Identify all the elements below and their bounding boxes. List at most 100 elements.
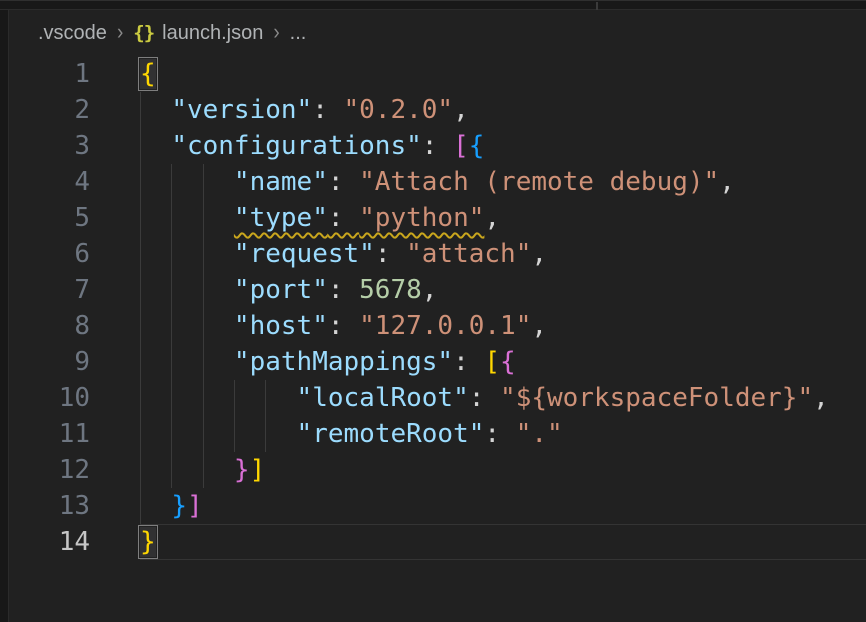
- json-braces-icon: {}: [133, 22, 154, 44]
- code-line: 2 "version": "0.2.0",: [9, 92, 866, 128]
- code-token: "localRoot": [297, 383, 469, 413]
- code-line: 6 "request": "attach",: [9, 236, 866, 272]
- code-line: 7 "port": 5678,: [9, 272, 866, 308]
- code-line: 8 "host": "127.0.0.1",: [9, 308, 866, 344]
- code-content[interactable]: "request": "attach",: [140, 236, 866, 272]
- code-token: [140, 347, 234, 377]
- code-token: [140, 455, 234, 485]
- code-line: 13 }]: [9, 488, 866, 524]
- code-token: :: [422, 131, 453, 161]
- code-content[interactable]: "pathMappings": [{: [140, 344, 866, 380]
- breadcrumb: .vscode › {} launch.json › ...: [9, 10, 866, 56]
- line-number[interactable]: 7: [9, 272, 90, 308]
- code-line: 3 "configurations": [{: [9, 128, 866, 164]
- editor-pane: .vscode › {} launch.json › ... 1{2 "vers…: [9, 10, 866, 622]
- code-token: ]: [187, 491, 203, 521]
- code-lines: 1{2 "version": "0.2.0",3 "configurations…: [9, 56, 866, 560]
- code-token: :: [328, 167, 359, 197]
- editor-left-edge: [0, 10, 9, 622]
- code-content[interactable]: "type": "python",: [140, 200, 866, 236]
- bracket-match-highlight: }: [140, 527, 156, 557]
- bracket-match-highlight: {: [140, 59, 156, 89]
- code-token: "version": [171, 95, 312, 125]
- code-token: "port": [234, 275, 328, 305]
- code-content[interactable]: "host": "127.0.0.1",: [140, 308, 866, 344]
- code-token: :: [328, 203, 359, 233]
- code-token: }: [234, 455, 250, 485]
- code-area: 1{2 "version": "0.2.0",3 "configurations…: [9, 56, 866, 622]
- line-number[interactable]: 3: [9, 128, 90, 164]
- code-line: 10 "localRoot": "${workspaceFolder}",: [9, 380, 866, 416]
- indent-guide: [234, 380, 235, 452]
- code-line: 11 "remoteRoot": ".": [9, 416, 866, 452]
- code-token: "pathMappings": [234, 347, 453, 377]
- warning-squiggle: "type": "python": [234, 203, 484, 233]
- chevron-right-icon: ›: [273, 20, 279, 45]
- code-token: ,: [484, 203, 500, 233]
- indent-guide: [171, 164, 172, 488]
- line-number[interactable]: 8: [9, 308, 90, 344]
- line-number[interactable]: 9: [9, 344, 90, 380]
- breadcrumb-item-vscode[interactable]: .vscode: [38, 22, 107, 45]
- code-token: [: [484, 347, 500, 377]
- code-token: "configurations": [171, 131, 421, 161]
- code-content[interactable]: "remoteRoot": ".": [140, 416, 866, 452]
- code-token: ,: [531, 311, 547, 341]
- code-token: [140, 203, 234, 233]
- line-number[interactable]: 4: [9, 164, 90, 200]
- code-line: 4 "name": "Attach (remote debug)",: [9, 164, 866, 200]
- code-token: "type": [234, 203, 328, 233]
- code-token: }: [171, 491, 187, 521]
- code-token: :: [312, 95, 343, 125]
- code-line: 1{: [9, 56, 866, 92]
- code-content[interactable]: "name": "Attach (remote debug)",: [140, 164, 866, 200]
- code-token: [140, 311, 234, 341]
- code-token: :: [328, 275, 359, 305]
- code-token: [140, 383, 297, 413]
- line-number[interactable]: 12: [9, 452, 90, 488]
- line-number[interactable]: 10: [9, 380, 90, 416]
- code-content[interactable]: "port": 5678,: [140, 272, 866, 308]
- code-token: :: [328, 311, 359, 341]
- code-content[interactable]: "localRoot": "${workspaceFolder}",: [140, 380, 866, 416]
- code-token: ,: [453, 95, 469, 125]
- code-token: :: [375, 239, 406, 269]
- tab-divider: [596, 2, 598, 10]
- indent-guide: [265, 380, 266, 452]
- line-number[interactable]: 6: [9, 236, 90, 272]
- code-content[interactable]: }]: [140, 488, 866, 524]
- code-content[interactable]: }: [140, 524, 866, 560]
- code-token: "Attach (remote debug)": [359, 167, 719, 197]
- code-token: "attach": [406, 239, 531, 269]
- code-token: "name": [234, 167, 328, 197]
- code-token: [140, 239, 234, 269]
- code-content[interactable]: "version": "0.2.0",: [140, 92, 866, 128]
- code-token: "host": [234, 311, 328, 341]
- line-number[interactable]: 2: [9, 92, 90, 128]
- code-token: [140, 131, 171, 161]
- code-content[interactable]: }]: [140, 452, 866, 488]
- code-token: [140, 419, 297, 449]
- indent-guide: [203, 164, 204, 488]
- code-token: [140, 95, 171, 125]
- code-content[interactable]: "configurations": [{: [140, 128, 866, 164]
- breadcrumb-item-launch-json[interactable]: launch.json: [162, 22, 263, 45]
- line-number[interactable]: 5: [9, 200, 90, 236]
- code-token: ]: [250, 455, 266, 485]
- line-number[interactable]: 11: [9, 416, 90, 452]
- code-token: "request": [234, 239, 375, 269]
- code-token: [140, 167, 234, 197]
- code-line-current: 14}: [9, 524, 866, 560]
- code-token: {: [469, 131, 485, 161]
- line-number[interactable]: 14: [9, 524, 90, 560]
- line-number[interactable]: 13: [9, 488, 90, 524]
- code-token: [: [453, 131, 469, 161]
- code-content[interactable]: {: [140, 56, 866, 92]
- code-token: :: [469, 383, 500, 413]
- indent-guide: [140, 92, 141, 524]
- code-token: :: [453, 347, 484, 377]
- code-line: 12 }]: [9, 452, 866, 488]
- breadcrumb-item-symbol-path[interactable]: ...: [290, 22, 307, 45]
- line-number[interactable]: 1: [9, 56, 90, 92]
- code-token: "remoteRoot": [297, 419, 485, 449]
